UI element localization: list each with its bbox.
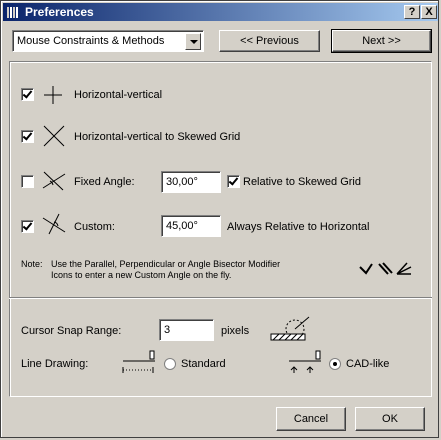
cursor-snap-unit: pixels — [221, 325, 250, 337]
skewed-grid-label: Horizontal-vertical to Skewed Grid — [74, 131, 241, 143]
ok-button[interactable]: OK — [355, 407, 425, 431]
custom-angle-value: 45,00° — [166, 220, 198, 232]
standard-line-icon — [122, 350, 155, 373]
fixed-angle-checkbox[interactable] — [21, 175, 34, 188]
horizontal-vertical-checkbox[interactable] — [21, 88, 34, 101]
chevron-down-icon[interactable] — [185, 33, 201, 50]
cursor-snap-input[interactable]: 3 — [159, 319, 214, 341]
custom-angle-input[interactable]: 45,00° — [161, 215, 221, 237]
previous-button[interactable]: << Previous — [219, 30, 320, 52]
parallel-icon — [378, 262, 393, 275]
note-label: Note: — [21, 259, 43, 269]
note-line-1: Use the Parallel, Perpendicular or Angle… — [51, 259, 281, 269]
next-button[interactable]: Next >> — [331, 29, 432, 53]
standard-radio[interactable] — [164, 358, 176, 370]
horizontal-vertical-icon — [44, 86, 62, 104]
perpendicular-icon — [359, 263, 373, 275]
angle-bisector-icon — [396, 262, 412, 275]
fixed-angle-label: Fixed Angle: — [74, 176, 135, 188]
custom-angle-label: Custom: — [74, 221, 115, 233]
note-line-2: Icons to enter a new Custom Angle on the… — [51, 270, 232, 280]
preferences-dialog: Preferences ? X Mouse Constraints & Meth… — [0, 0, 439, 438]
cursor-snap-value: 3 — [164, 324, 171, 336]
fixed-angle-input[interactable]: 30,00° — [161, 171, 221, 193]
cad-like-option-label[interactable]: CAD-like — [346, 358, 389, 370]
cad-like-radio[interactable] — [329, 358, 341, 370]
category-value: Mouse Constraints & Methods — [17, 35, 165, 47]
cursor-snap-label: Cursor Snap Range: — [21, 325, 122, 337]
window-title: Preferences — [25, 5, 94, 19]
modifier-icons — [359, 262, 412, 275]
help-button[interactable]: ? — [404, 5, 420, 19]
custom-angle-checkbox[interactable] — [21, 220, 34, 233]
skewed-grid-checkbox[interactable] — [21, 130, 34, 143]
title-bar[interactable]: Preferences ? X — [3, 3, 438, 21]
line-drawing-label: Line Drawing: — [21, 358, 89, 370]
cancel-button[interactable]: Cancel — [276, 407, 346, 431]
relative-skewed-grid-label: Relative to Skewed Grid — [243, 176, 361, 188]
close-button[interactable]: X — [421, 5, 437, 19]
fixed-angle-value: 30,00° — [166, 176, 198, 188]
divider — [9, 297, 432, 299]
category-dropdown[interactable]: Mouse Constraints & Methods — [12, 30, 204, 52]
always-relative-label: Always Relative to Horizontal — [227, 221, 370, 233]
fixed-angle-icon — [42, 171, 66, 191]
skewed-grid-icon — [43, 125, 65, 147]
custom-angle-icon — [42, 213, 66, 235]
snap-range-icon — [270, 316, 310, 341]
standard-option-label[interactable]: Standard — [181, 358, 226, 370]
app-icon — [7, 7, 18, 18]
relative-skewed-grid-checkbox[interactable] — [227, 175, 240, 188]
horizontal-vertical-label: Horizontal-vertical — [74, 89, 163, 101]
cad-like-line-icon — [289, 350, 321, 373]
